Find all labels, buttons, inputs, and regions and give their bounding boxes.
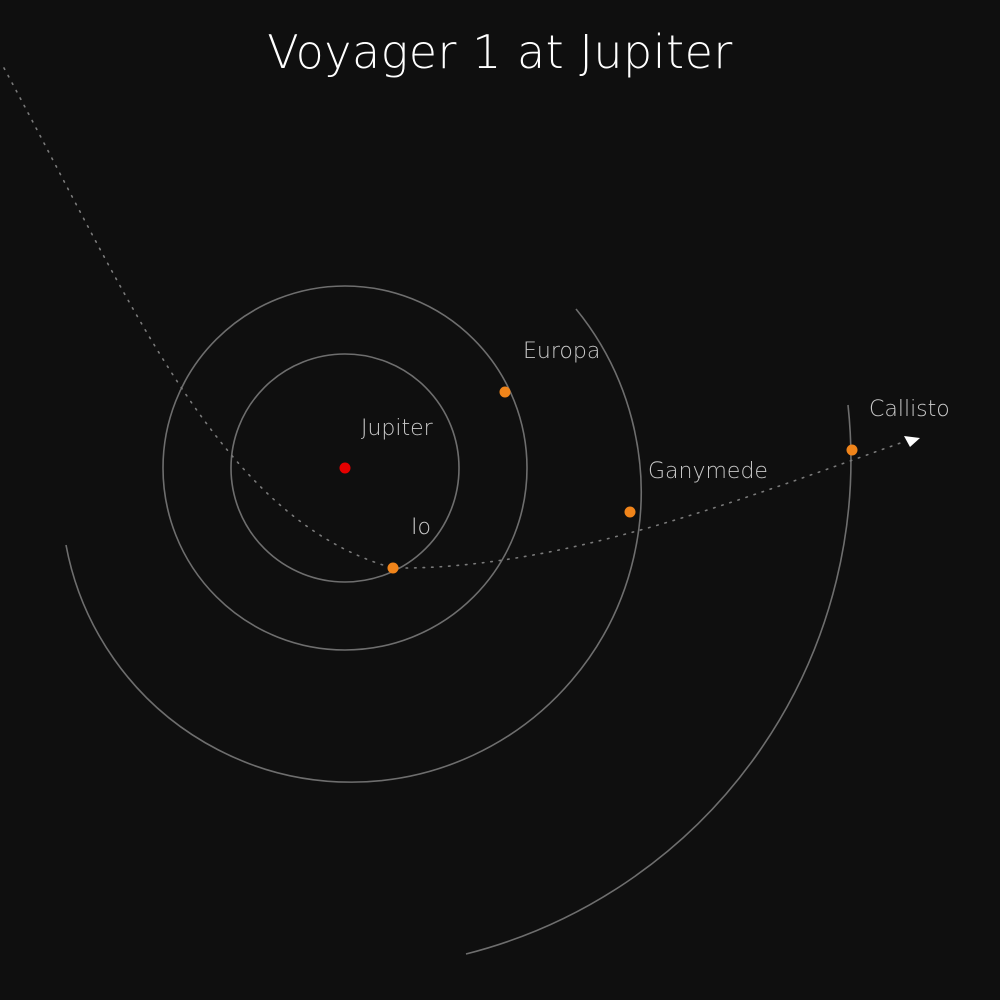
europa-label: Europa bbox=[523, 339, 600, 364]
jupiter-label: Jupiter bbox=[361, 416, 434, 441]
voyager-jupiter-diagram: Voyager 1 at Jupiter Jupiter Io Europa G… bbox=[3, 25, 950, 955]
jupiter-dot bbox=[339, 462, 351, 474]
arrowhead-icon bbox=[904, 436, 920, 447]
callisto-label: Callisto bbox=[869, 397, 950, 422]
orbits bbox=[65, 285, 852, 955]
callisto-orbit-arc bbox=[465, 404, 852, 955]
diagram-title: Voyager 1 at Jupiter bbox=[267, 25, 733, 79]
europa-dot bbox=[499, 386, 511, 398]
io-label: Io bbox=[411, 515, 431, 540]
callisto-dot bbox=[846, 444, 858, 456]
ganymede-orbit-arc bbox=[65, 308, 642, 783]
diagram-stage: Voyager 1 at Jupiter Jupiter Io Europa G… bbox=[0, 0, 1000, 1000]
ganymede-label: Ganymede bbox=[648, 459, 768, 484]
ganymede-dot bbox=[624, 506, 636, 518]
io-dot bbox=[387, 562, 399, 574]
voyager-trajectory bbox=[3, 67, 907, 569]
